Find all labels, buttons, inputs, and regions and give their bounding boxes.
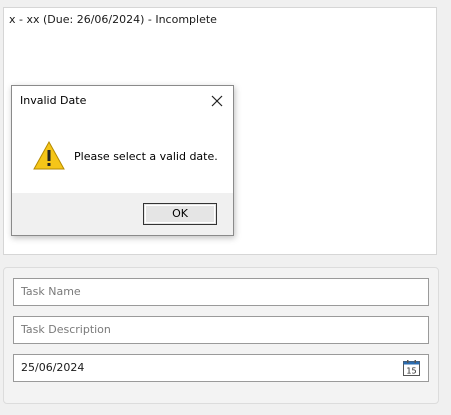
due-date-picker[interactable]: 25/06/2024 15 bbox=[13, 354, 429, 382]
invalid-date-dialog: Invalid Date Please select a valid date.… bbox=[11, 85, 234, 236]
calendar-icon[interactable]: 15 bbox=[403, 360, 420, 376]
task-list-item[interactable]: x - xx (Due: 26/06/2024) - Incomplete bbox=[9, 13, 217, 26]
dialog-title: Invalid Date bbox=[20, 94, 87, 107]
ok-button[interactable]: OK bbox=[143, 203, 217, 225]
warning-icon bbox=[33, 141, 65, 170]
due-date-value: 25/06/2024 bbox=[21, 361, 85, 374]
close-icon[interactable] bbox=[207, 91, 227, 111]
task-name-input[interactable]: Task Name bbox=[13, 278, 429, 306]
task-form-panel: Task Name Task Description 25/06/2024 15 bbox=[3, 267, 439, 404]
app-window: x - xx (Due: 26/06/2024) - Incomplete Ta… bbox=[0, 0, 451, 415]
task-description-input[interactable]: Task Description bbox=[13, 316, 429, 344]
calendar-day-text: 15 bbox=[406, 367, 416, 376]
dialog-message: Please select a valid date. bbox=[74, 150, 218, 163]
dialog-footer: OK bbox=[12, 193, 233, 235]
